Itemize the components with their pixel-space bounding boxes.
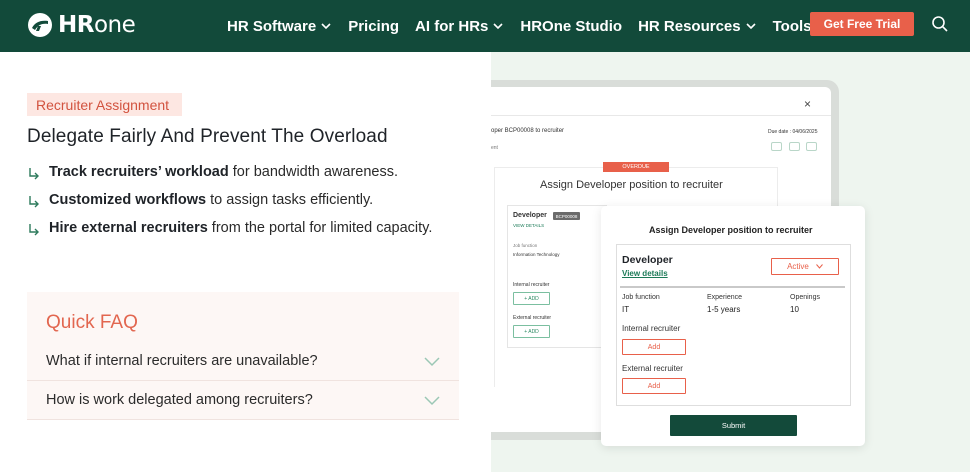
nav-item-hr-resources[interactable]: HR Resources (638, 18, 757, 35)
nav-item-hrone-studio[interactable]: HROne Studio (520, 18, 622, 35)
section-badge: Recruiter Assignment (27, 93, 183, 116)
search-icon[interactable] (931, 15, 949, 33)
internal-recruiter-label: Internal recruiter (622, 324, 681, 333)
back-view-details: VIEW DETAILS (513, 223, 545, 228)
attachment-icon (771, 142, 782, 151)
role-code-chip: BCP00008 (553, 212, 580, 220)
quick-faq: Quick FAQ What if internal recruiters ar… (27, 292, 459, 420)
external-recruiter-label: External recruiter (622, 364, 683, 373)
arrow-return-icon (29, 224, 39, 236)
nav-menu: HR Software Pricing AI for HRs HROne Stu… (227, 0, 844, 52)
section-headline: Delegate Fairly And Prevent The Overload (27, 126, 388, 147)
back-add-internal: + ADD (513, 292, 550, 305)
back-job-function-value: Information Technology (513, 252, 560, 257)
nav-item-hr-software[interactable]: HR Software (227, 18, 332, 35)
feature-item: Customized workflows to assign tasks eff… (27, 192, 447, 209)
feature-list: Track recruiters’ workload for bandwidth… (27, 164, 447, 248)
arrow-return-icon (29, 168, 39, 180)
arrow-return-icon (29, 196, 39, 208)
faq-question: How is work delegated among recruiters? (46, 392, 313, 408)
front-title: Assign Developer position to recruiter (649, 225, 813, 235)
back-external-label: External recruiter (513, 315, 552, 321)
chevron-down-icon (746, 23, 756, 30)
back-add-external: + ADD (513, 325, 550, 338)
status-value: Active (787, 262, 809, 271)
chevron-down-icon (321, 23, 331, 30)
document-icon (789, 142, 800, 151)
openings-value: 10 (790, 305, 799, 314)
back-header: oper BCP00008 to recruiter (491, 128, 565, 134)
feature-item: Hire external recruiters from the portal… (27, 220, 447, 237)
back-title: Assign Developer position to recruiter (540, 179, 723, 191)
front-role: Developer (622, 254, 673, 266)
divider (620, 286, 845, 288)
due-date: Due date : 04/06/2025 (768, 129, 818, 135)
chevron-down-icon (424, 396, 440, 406)
faq-item[interactable]: What if internal recruiters are unavaila… (27, 342, 459, 381)
openings-label: Openings (790, 294, 820, 301)
faq-question: What if internal recruiters are unavaila… (46, 353, 318, 369)
job-function-value: IT (622, 305, 630, 314)
experience-label: Experience (707, 294, 743, 301)
chevron-down-icon (816, 264, 823, 269)
nav-item-ai-for-hrs[interactable]: AI for HRs (415, 18, 504, 35)
feature-item: Track recruiters’ workload for bandwidth… (27, 164, 447, 181)
feature-rest: from the portal for limited capacity. (207, 220, 433, 236)
back-internal-label: Internal recruiter (513, 282, 550, 288)
nav-item-pricing[interactable]: Pricing (348, 18, 399, 35)
chevron-down-icon (493, 23, 503, 30)
feature-bold: Track recruiters’ workload (49, 164, 229, 180)
more-icon (806, 142, 817, 151)
submit-button: Submit (670, 415, 797, 436)
top-nav: HRone HR Software Pricing AI for HRs HRO… (0, 0, 970, 52)
chevron-down-icon (424, 357, 440, 367)
faq-item[interactable]: How is work delegated among recruiters? (27, 381, 459, 420)
add-internal-recruiter-button: Add (622, 339, 686, 355)
close-icon: × (804, 97, 812, 111)
back-role: Developer (513, 212, 547, 219)
divider (491, 115, 831, 116)
get-free-trial-button[interactable]: Get Free Trial (810, 12, 914, 36)
job-function-label: Job function (622, 294, 660, 301)
add-external-recruiter-button: Add (622, 378, 686, 394)
feature-rest: to assign tasks efficiently. (206, 192, 374, 208)
experience-value: 1-5 years (707, 305, 741, 314)
back-job-function-label: Job function (513, 243, 538, 248)
logo-text: HRone (58, 12, 136, 38)
feature-rest: for bandwidth awareness. (228, 164, 398, 180)
faq-title: Quick FAQ (46, 312, 138, 333)
front-view-details: View details (622, 269, 668, 278)
overdue-badge: OVERDUE (603, 162, 669, 172)
hrone-logo[interactable]: HRone (27, 11, 136, 39)
feature-bold: Customized workflows (49, 192, 207, 208)
feature-bold: Hire external recruiters (49, 220, 208, 236)
logo-mark-icon (28, 13, 52, 37)
back-subheader: ent (491, 145, 498, 151)
status-select: Active (771, 258, 839, 275)
